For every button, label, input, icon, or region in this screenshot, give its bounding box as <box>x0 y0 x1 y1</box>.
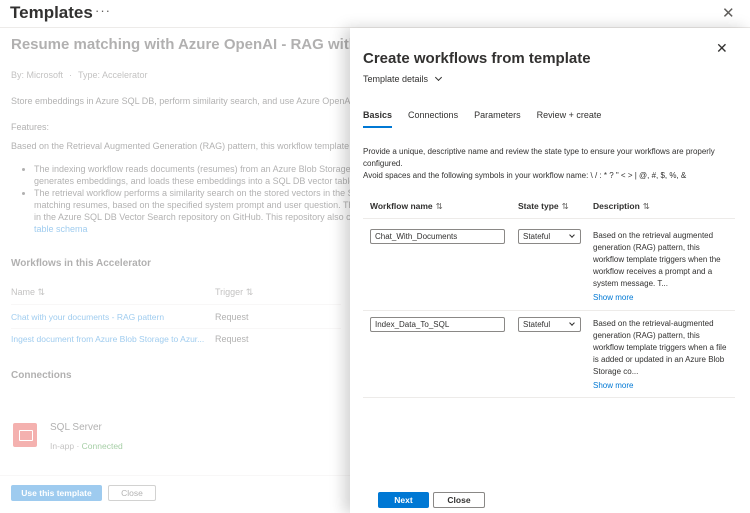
trigger-column-header[interactable]: Trigger ⇅ <box>215 287 253 298</box>
name-column-header[interactable]: Name ⇅ <box>11 287 45 298</box>
ellipsis-icon[interactable]: ··· <box>95 3 111 18</box>
background-close-button[interactable]: Close <box>108 485 156 501</box>
publisher-label: By: Microsoft <box>11 70 64 80</box>
workflow-name-input[interactable] <box>370 317 505 332</box>
next-button[interactable]: Next <box>378 492 429 508</box>
wizard-tabs: Basics Connections Parameters Review + c… <box>363 110 617 128</box>
tab-parameters[interactable]: Parameters <box>474 110 521 128</box>
table-schema-link[interactable]: table schema <box>34 224 88 234</box>
sort-icon: ⇅ <box>561 201 569 211</box>
features-label: Features: <box>11 122 50 132</box>
workflow-trigger: Request <box>215 312 249 322</box>
connection-status: Connected <box>81 441 123 451</box>
state-type-select[interactable]: Stateful <box>518 229 581 244</box>
workflow-description: Based on the retrieval augmented generat… <box>593 231 721 288</box>
chevron-down-icon <box>569 320 575 326</box>
use-template-button[interactable]: Use this template <box>11 485 102 501</box>
panel-close-icon[interactable]: ✕ <box>716 40 728 57</box>
show-more-link[interactable]: Show more <box>593 293 633 302</box>
footer-divider <box>0 475 350 476</box>
connection-meta: In-app · Connected <box>50 441 123 451</box>
tab-review-create[interactable]: Review + create <box>537 110 602 128</box>
sort-icon: ⇅ <box>435 201 443 211</box>
template-details-dropdown[interactable]: Template details <box>363 73 443 84</box>
workflow-link[interactable]: Ingest document from Azure Blob Storage … <box>11 334 204 344</box>
template-title: Resume matching with Azure OpenAI - RAG … <box>11 36 358 53</box>
workflow-link[interactable]: Chat with your documents - RAG pattern <box>11 312 164 322</box>
create-workflows-panel: Create workflows from template ✕ Templat… <box>350 28 750 513</box>
close-button[interactable]: Close <box>433 492 485 508</box>
connections-heading: Connections <box>11 370 72 381</box>
chevron-down-icon <box>435 73 443 82</box>
feature-item: The indexing workflow reads documents (r… <box>34 163 358 187</box>
workflow-name-column-header[interactable]: Workflow name ⇅ <box>370 201 443 212</box>
state-type-column-header[interactable]: State type ⇅ <box>518 201 569 212</box>
workflow-description: Based on the retrieval-augmented generat… <box>593 319 727 376</box>
header-divider <box>363 218 735 219</box>
tab-basics[interactable]: Basics <box>363 110 393 128</box>
chevron-down-icon <box>569 232 575 238</box>
template-meta: By: Microsoft · Type: Accelerator <box>11 70 148 80</box>
instructions: Provide a unique, descriptive name and r… <box>363 147 715 180</box>
workflow-trigger: Request <box>215 334 249 344</box>
features-intro: Based on the Retrieval Augmented Generat… <box>11 141 359 151</box>
row-divider <box>11 304 341 305</box>
row-divider <box>363 397 735 398</box>
template-description: Store embeddings in Azure SQL DB, perfor… <box>11 96 366 106</box>
connection-name: SQL Server <box>50 422 102 433</box>
workflows-heading: Workflows in this Accelerator <box>11 258 152 269</box>
state-type-select[interactable]: Stateful <box>518 317 581 332</box>
page-title: Templates <box>10 3 93 22</box>
tab-connections[interactable]: Connections <box>408 110 458 128</box>
close-icon[interactable]: ✕ <box>722 4 735 22</box>
panel-title: Create workflows from template <box>363 50 591 67</box>
meta-separator: · <box>69 70 73 80</box>
row-divider <box>363 310 735 311</box>
sql-server-icon <box>13 423 37 447</box>
feature-item: The retrieval workflow performs a simila… <box>34 187 356 235</box>
features-list: The indexing workflow reads documents (r… <box>22 163 358 235</box>
description-column-header[interactable]: Description ⇅ <box>593 201 650 212</box>
show-more-link[interactable]: Show more <box>593 381 633 390</box>
workflow-name-input[interactable] <box>370 229 505 244</box>
type-label: Type: Accelerator <box>78 70 148 80</box>
row-divider <box>11 328 341 329</box>
sort-icon: ⇅ <box>642 201 650 211</box>
